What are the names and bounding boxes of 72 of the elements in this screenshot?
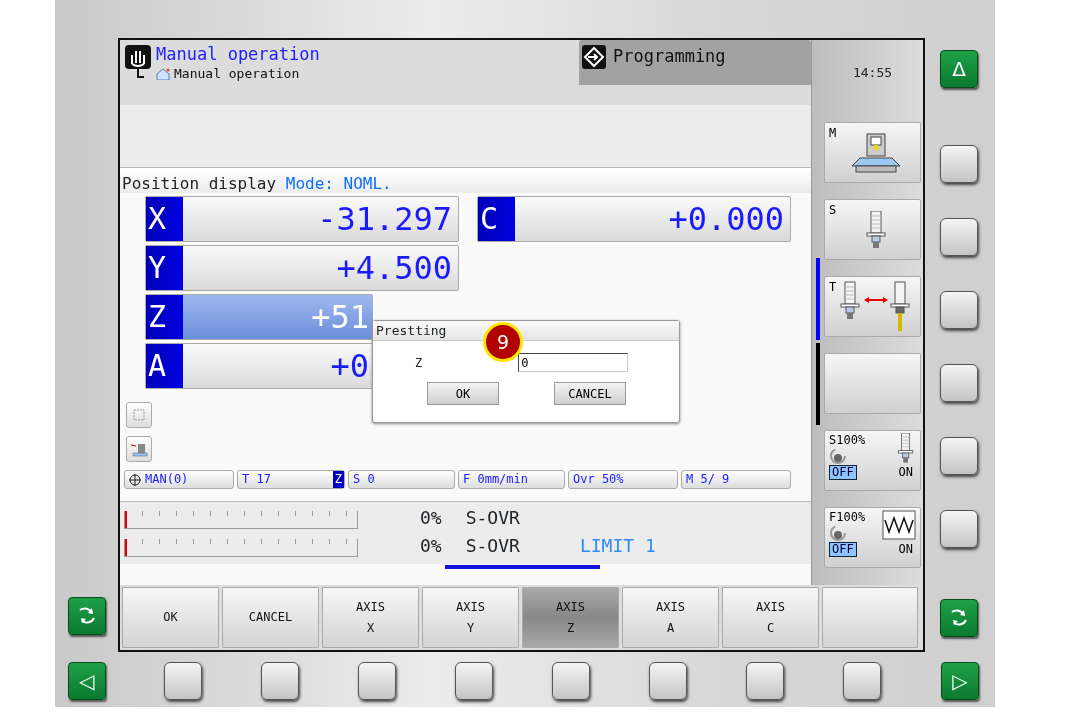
- softkey[interactable]: CANCEL: [222, 587, 319, 648]
- field-label: Z: [415, 354, 423, 372]
- refresh-key[interactable]: [67, 597, 106, 635]
- softkey[interactable]: AXIS X: [322, 587, 419, 648]
- mode-tab[interactable]: Programming: [579, 40, 811, 85]
- hardware-key[interactable]: [940, 510, 978, 548]
- softkey[interactable]: OK: [122, 587, 219, 648]
- clock: 14:55: [851, 64, 894, 83]
- status-field: MAN(0): [124, 470, 234, 489]
- limit-label: LIMIT 1: [579, 534, 656, 558]
- softkey[interactable]: AXIS Y: [422, 587, 519, 648]
- dial-icon: [829, 524, 847, 542]
- load-label: S-OVR: [465, 506, 520, 530]
- input-field[interactable]: 0: [518, 353, 629, 372]
- mode-tab[interactable]: Manual operation: [156, 44, 320, 64]
- machine-icon: [850, 131, 903, 174]
- hardware-key[interactable]: [455, 662, 493, 700]
- dialog-button[interactable]: OK: [427, 382, 499, 405]
- position-display-label: Position display: [122, 174, 278, 193]
- hardware-key[interactable]: [940, 437, 978, 475]
- axis-display[interactable]: Y +4.500: [145, 245, 459, 291]
- dial-icon: [829, 447, 847, 465]
- status-field: S 0: [348, 470, 455, 489]
- zigzag-icon: [882, 510, 916, 540]
- load-percent: 0%: [420, 534, 442, 558]
- hardware-key[interactable]: [940, 145, 978, 183]
- hardware-key[interactable]: [649, 662, 687, 700]
- frame-icon: [131, 407, 147, 423]
- spindle-icon: [896, 433, 916, 465]
- switch-on-label: ON: [897, 542, 914, 557]
- hardware-key[interactable]: [940, 291, 978, 329]
- axis-display[interactable]: X -31.297: [145, 196, 459, 242]
- status-field: M 5/ 9: [681, 470, 791, 489]
- axis-display[interactable]: A +0: [145, 343, 373, 389]
- status-field: Ovr 50%: [568, 470, 678, 489]
- hardware-key[interactable]: [746, 662, 784, 700]
- spindle-icon: [864, 210, 889, 249]
- refresh-key[interactable]: [940, 599, 978, 637]
- dialog-button[interactable]: CANCEL: [554, 382, 626, 405]
- sidebar-button[interactable]: F100% OFF ON: [824, 507, 921, 568]
- left-key[interactable]: ◁: [68, 662, 106, 700]
- hardware-key[interactable]: [940, 218, 978, 256]
- load-label: S-OVR: [465, 534, 520, 558]
- softkey[interactable]: AXIS C: [722, 587, 819, 648]
- delta-key[interactable]: Δ: [940, 50, 978, 88]
- load-percent: 0%: [420, 506, 442, 530]
- hardware-key[interactable]: [940, 364, 978, 402]
- softkey[interactable]: AXIS A: [622, 587, 719, 648]
- enter-icon: [581, 44, 607, 70]
- breadcrumb: Manual operation: [174, 65, 300, 83]
- sidebar-button[interactable]: S100% OFF ON: [824, 430, 921, 491]
- status-field: F 0mm/min: [458, 470, 565, 489]
- mode-label: Mode: NOML.: [285, 174, 392, 193]
- status-field: T 17 Z: [237, 470, 345, 489]
- sidebar-button[interactable]: T: [824, 276, 921, 337]
- machine-button[interactable]: [126, 436, 152, 462]
- hardware-key[interactable]: [261, 662, 299, 700]
- home-icon: [156, 67, 170, 80]
- hardware-key[interactable]: [843, 662, 881, 700]
- switch-on-label: ON: [897, 465, 914, 480]
- sidebar-button[interactable]: M: [824, 122, 921, 183]
- switch-off-label: OFF: [829, 465, 857, 480]
- crosshair-icon: [129, 473, 141, 486]
- sidebar-button[interactable]: S: [824, 199, 921, 260]
- right-key[interactable]: ▷: [941, 662, 979, 700]
- softkey[interactable]: AXIS Z: [522, 587, 619, 648]
- hardware-key[interactable]: [164, 662, 202, 700]
- hardware-key[interactable]: [358, 662, 396, 700]
- hardware-key[interactable]: [552, 662, 590, 700]
- axis-display[interactable]: Z +51: [145, 294, 373, 340]
- switch-off-label: OFF: [829, 542, 857, 557]
- axis-display[interactable]: C +0.000: [477, 196, 791, 242]
